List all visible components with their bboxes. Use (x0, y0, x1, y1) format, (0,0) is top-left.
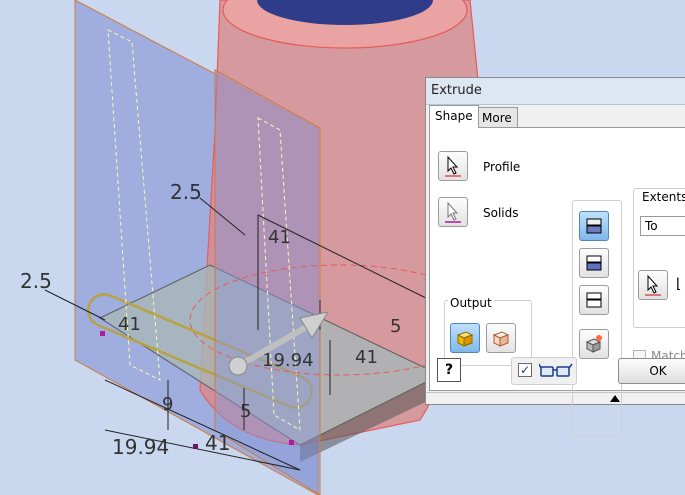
glasses-icon (539, 363, 573, 377)
dim-label[interactable]: 9 (162, 394, 173, 415)
extents-label: Extents (640, 190, 685, 204)
front-work-plane (214, 69, 321, 495)
dim-label[interactable]: 41 (268, 227, 291, 248)
dim-label[interactable]: 5 (240, 401, 251, 422)
profile-select-button[interactable] (438, 151, 468, 181)
sketch-point (289, 440, 294, 445)
sketch-point (100, 331, 105, 336)
new-solid-button[interactable] (579, 329, 609, 359)
tab-shape[interactable]: Shape (429, 105, 479, 128)
operation-join-button[interactable] (579, 211, 609, 241)
cut-icon (586, 255, 602, 271)
extrude-dialog: Extrude Shape More Profile Solids Output (425, 77, 685, 436)
dim-label[interactable]: 2.5 (170, 180, 202, 204)
output-label: Output (448, 296, 494, 310)
shape-panel: Profile Solids Output Extents To ⌊ Match (429, 127, 685, 436)
dim-label[interactable]: 2.5 (20, 269, 52, 293)
tab-more[interactable]: More (476, 107, 518, 128)
dim-label[interactable]: 41 (205, 431, 230, 455)
dim-label[interactable]: 5 (390, 316, 401, 337)
surface-cube-icon (492, 331, 510, 347)
help-button[interactable]: ? (437, 358, 461, 382)
new-solid-icon (585, 335, 602, 353)
dim-label[interactable]: 19.94 (112, 435, 169, 459)
chevron-up-icon[interactable] (610, 395, 620, 402)
output-surface-button[interactable] (486, 323, 516, 353)
solid-cube-icon (456, 331, 474, 347)
output-solid-button[interactable] (450, 323, 480, 353)
extents-select-button[interactable] (638, 270, 668, 300)
extents-extra-icon: ⌊ (676, 276, 682, 292)
dim-label[interactable]: 41 (355, 347, 378, 368)
ok-button[interactable]: OK (618, 358, 685, 384)
cursor-select-icon (445, 155, 461, 177)
dialog-expander[interactable] (426, 392, 685, 405)
operation-intersect-button[interactable] (579, 285, 609, 315)
operation-cut-button[interactable] (579, 248, 609, 278)
solids-select-button[interactable] (438, 197, 468, 227)
dim-label[interactable]: 41 (118, 314, 141, 335)
profile-label: Profile (483, 160, 521, 174)
preview-checkbox[interactable]: ✓ (518, 363, 532, 377)
extents-dropdown[interactable]: To (640, 216, 685, 236)
cursor-select-icon (645, 274, 661, 296)
dialog-title: Extrude (431, 83, 482, 98)
solids-label: Solids (483, 206, 519, 220)
join-icon (586, 218, 602, 234)
extents-group (633, 188, 685, 328)
cursor-select-icon (445, 201, 461, 223)
intersect-icon (586, 292, 602, 308)
dim-label[interactable]: 19.94 (262, 350, 314, 371)
sketch-point (193, 444, 198, 449)
dialog-title-bar[interactable]: Extrude (426, 78, 685, 105)
